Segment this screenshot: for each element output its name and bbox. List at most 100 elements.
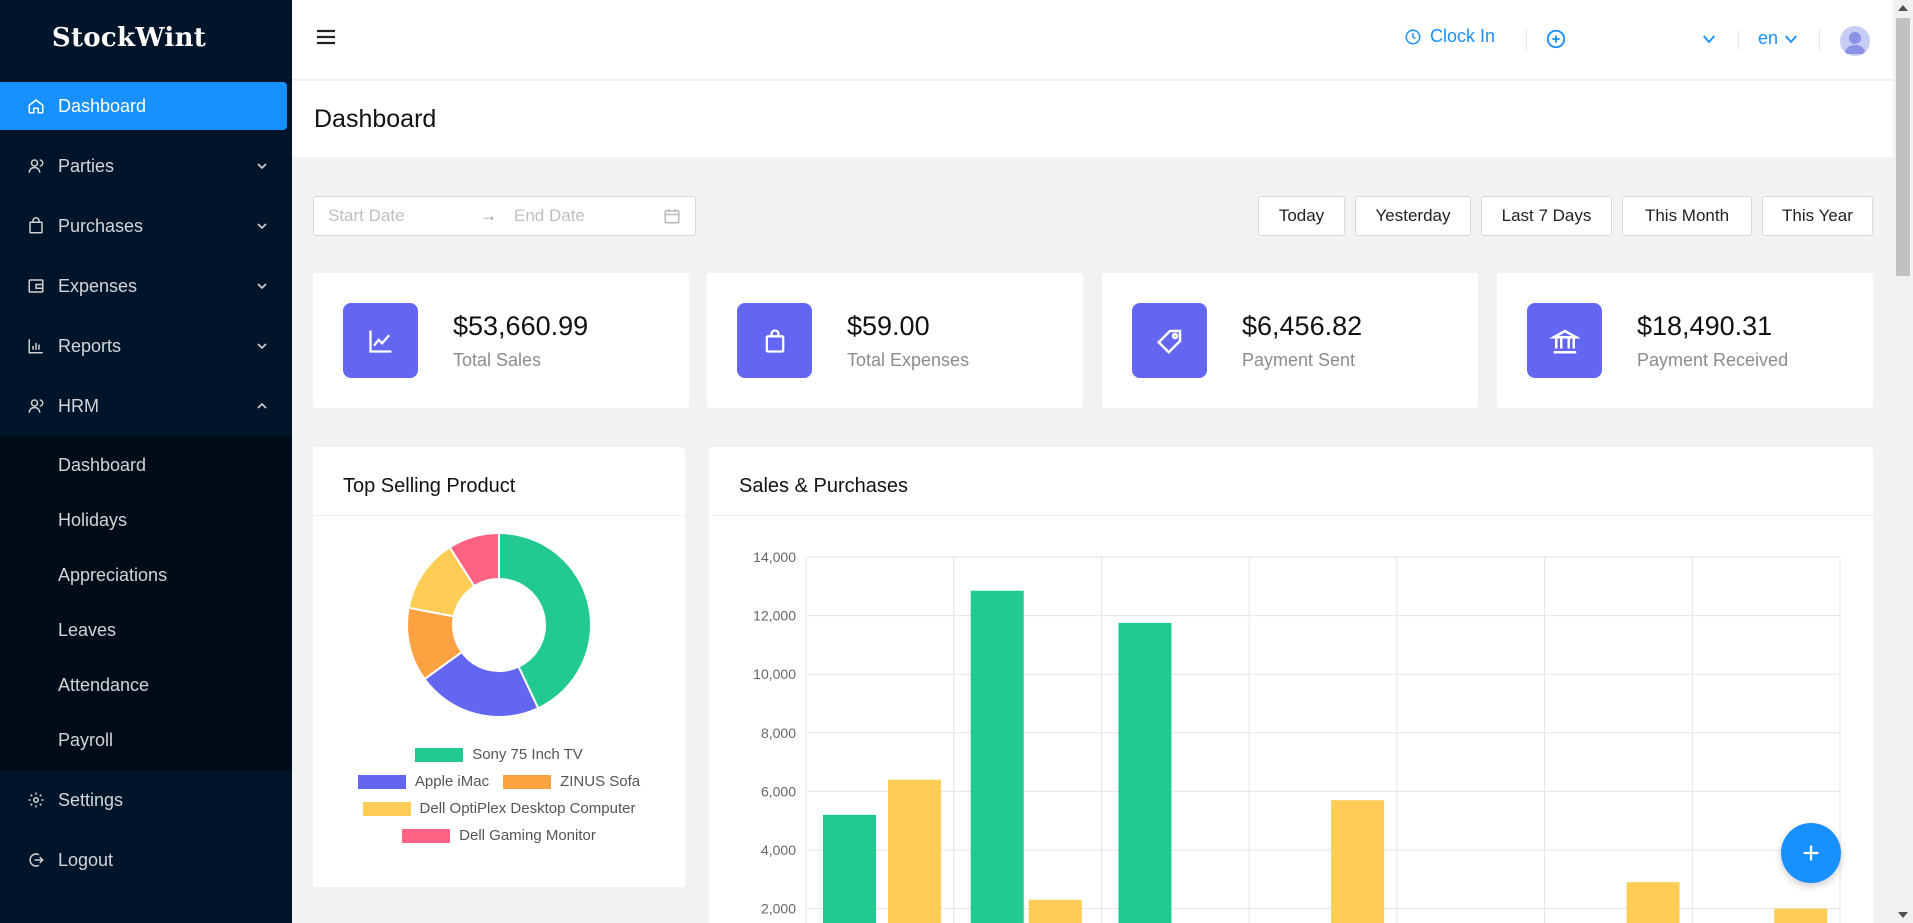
- user-group-icon: [26, 396, 46, 416]
- clock-in-button[interactable]: Clock In: [1404, 26, 1495, 47]
- sidebar-item-logout[interactable]: Logout: [0, 830, 292, 890]
- add-circle-icon[interactable]: [1545, 28, 1567, 50]
- stat-card-payment-received: $18,490.31 Payment Received: [1497, 273, 1873, 408]
- stat-card-total-expenses: $59.00 Total Expenses: [707, 273, 1083, 408]
- date-range-picker[interactable]: Start Date → End Date: [313, 196, 696, 236]
- sidebar: StockWint Dashboard Parties Purchases Ex…: [0, 0, 292, 923]
- sidebar-subitem-appreciations[interactable]: Appreciations: [0, 548, 292, 603]
- sidebar-subitem-hrm-dashboard[interactable]: Dashboard: [0, 438, 292, 493]
- sidebar-item-dashboard[interactable]: Dashboard: [0, 82, 287, 130]
- bar[interactable]: [823, 814, 876, 923]
- plus-icon: [1803, 845, 1819, 861]
- sidebar-subitem-attendance[interactable]: Attendance: [0, 658, 292, 713]
- avatar[interactable]: [1840, 26, 1870, 56]
- filter-last-7-days-button[interactable]: Last 7 Days: [1481, 196, 1612, 236]
- calendar-icon: [664, 209, 680, 224]
- sidebar-subitem-payroll[interactable]: Payroll: [0, 713, 292, 768]
- legend-item[interactable]: Apple iMac: [357, 773, 489, 790]
- legend-swatch: [362, 801, 411, 816]
- sidebar-item-expenses[interactable]: Expenses: [0, 256, 292, 316]
- legend-label: Dell OptiPlex Desktop Computer: [419, 800, 636, 817]
- bar[interactable]: [1626, 882, 1680, 923]
- bar[interactable]: [1331, 800, 1385, 923]
- sidebar-item-purchases[interactable]: Purchases: [0, 196, 292, 256]
- range-arrow-icon: →: [480, 206, 497, 225]
- panel-divider: [313, 515, 685, 516]
- scroll-up-icon[interactable]: [1898, 5, 1908, 11]
- legend-swatch: [402, 828, 451, 843]
- shopping-bag-icon: [765, 328, 784, 353]
- tag-icon: [1156, 329, 1181, 354]
- start-date-input[interactable]: Start Date: [328, 206, 480, 226]
- hrm-submenu: Dashboard Holidays Appreciations Leaves …: [0, 436, 292, 770]
- bar[interactable]: [888, 779, 941, 923]
- bar[interactable]: [970, 590, 1024, 923]
- sidebar-subitem-holidays[interactable]: Holidays: [0, 493, 292, 548]
- legend-item[interactable]: Dell OptiPlex Desktop Computer: [362, 800, 636, 817]
- scroll-down-icon[interactable]: [1898, 912, 1908, 918]
- legend-item[interactable]: Dell Gaming Monitor: [402, 827, 596, 844]
- y-tick-label: 14,000: [753, 549, 796, 565]
- page-header: Dashboard: [292, 81, 1893, 157]
- menu-toggle-icon[interactable]: [314, 25, 338, 49]
- chevron-down-icon: [257, 223, 267, 230]
- panel-title: Sales & Purchases: [739, 475, 908, 497]
- filter-this-month-button[interactable]: This Month: [1622, 196, 1752, 236]
- chevron-down-icon: [1785, 34, 1797, 43]
- sidebar-item-hrm[interactable]: HRM: [0, 376, 292, 436]
- brand-logo[interactable]: StockWint: [0, 0, 292, 76]
- chevron-down-icon: [257, 163, 267, 170]
- line-chart-icon: [368, 330, 391, 353]
- legend-label: ZINUS Sofa: [560, 773, 641, 790]
- sidebar-item-label: Parties: [58, 155, 115, 176]
- sidebar-subitem-leaves[interactable]: Leaves: [0, 603, 292, 658]
- sidebar-item-parties[interactable]: Parties: [0, 136, 292, 196]
- stat-value: $6,456.82: [1242, 311, 1363, 341]
- sidebar-item-label: Expenses: [58, 275, 138, 296]
- chart-legend-row: Apple iMac ZINUS Sofa: [313, 773, 685, 790]
- legend-label: Dell Gaming Monitor: [459, 827, 596, 844]
- stat-value: $59.00: [847, 311, 930, 341]
- chevron-down-icon[interactable]: [1700, 30, 1718, 48]
- stat-label: Total Sales: [453, 350, 542, 370]
- stat-label: Payment Received: [1637, 350, 1789, 370]
- bank-icon: [1549, 329, 1580, 353]
- legend-swatch: [503, 774, 552, 789]
- clock-icon: [1405, 29, 1421, 44]
- chevron-down-icon: [257, 283, 267, 290]
- bar[interactable]: [1118, 622, 1172, 923]
- stat-value: $18,490.31: [1637, 311, 1773, 341]
- scrollbar-thumb[interactable]: [1896, 18, 1910, 276]
- sidebar-item-reports[interactable]: Reports: [0, 316, 292, 376]
- sidebar-menu: Dashboard Parties Purchases Expenses Rep…: [0, 82, 292, 436]
- filter-today-button[interactable]: Today: [1258, 196, 1345, 236]
- y-tick-label: 12,000: [753, 608, 796, 624]
- top-selling-panel: Top Selling Product Sony 75 Inch TV Appl…: [313, 447, 685, 887]
- page-scrollbar[interactable]: [1893, 0, 1913, 923]
- clock-in-label: Clock In: [1430, 26, 1496, 46]
- bar[interactable]: [1028, 899, 1082, 923]
- filter-this-year-button[interactable]: This Year: [1762, 196, 1873, 236]
- sidebar-item-settings[interactable]: Settings: [0, 770, 292, 830]
- language-selector[interactable]: en: [1758, 28, 1800, 49]
- legend-item[interactable]: Sony 75 Inch TV: [415, 746, 583, 763]
- y-tick-label: 8,000: [761, 725, 796, 741]
- chart-legend-row: Dell Gaming Monitor: [313, 827, 685, 844]
- filter-yesterday-button[interactable]: Yesterday: [1355, 196, 1471, 236]
- legend-label: Sony 75 Inch TV: [472, 746, 583, 763]
- add-floating-button[interactable]: [1781, 823, 1841, 883]
- stat-card-total-sales: $53,660.99 Total Sales: [313, 273, 689, 408]
- end-date-input[interactable]: End Date: [514, 206, 663, 226]
- chevron-down-icon: [257, 343, 267, 350]
- sidebar-item-label: Reports: [58, 335, 122, 356]
- bar[interactable]: [1774, 908, 1828, 923]
- panel-divider: [709, 515, 1873, 516]
- stat-label: Total Expenses: [847, 350, 970, 370]
- chevron-up-icon: [257, 402, 267, 409]
- legend-swatch: [357, 774, 406, 789]
- sidebar-item-label: HRM: [58, 395, 99, 416]
- legend-item[interactable]: ZINUS Sofa: [503, 773, 640, 790]
- users-icon: [26, 156, 46, 176]
- logout-icon: [26, 850, 46, 870]
- legend-swatch: [415, 747, 464, 762]
